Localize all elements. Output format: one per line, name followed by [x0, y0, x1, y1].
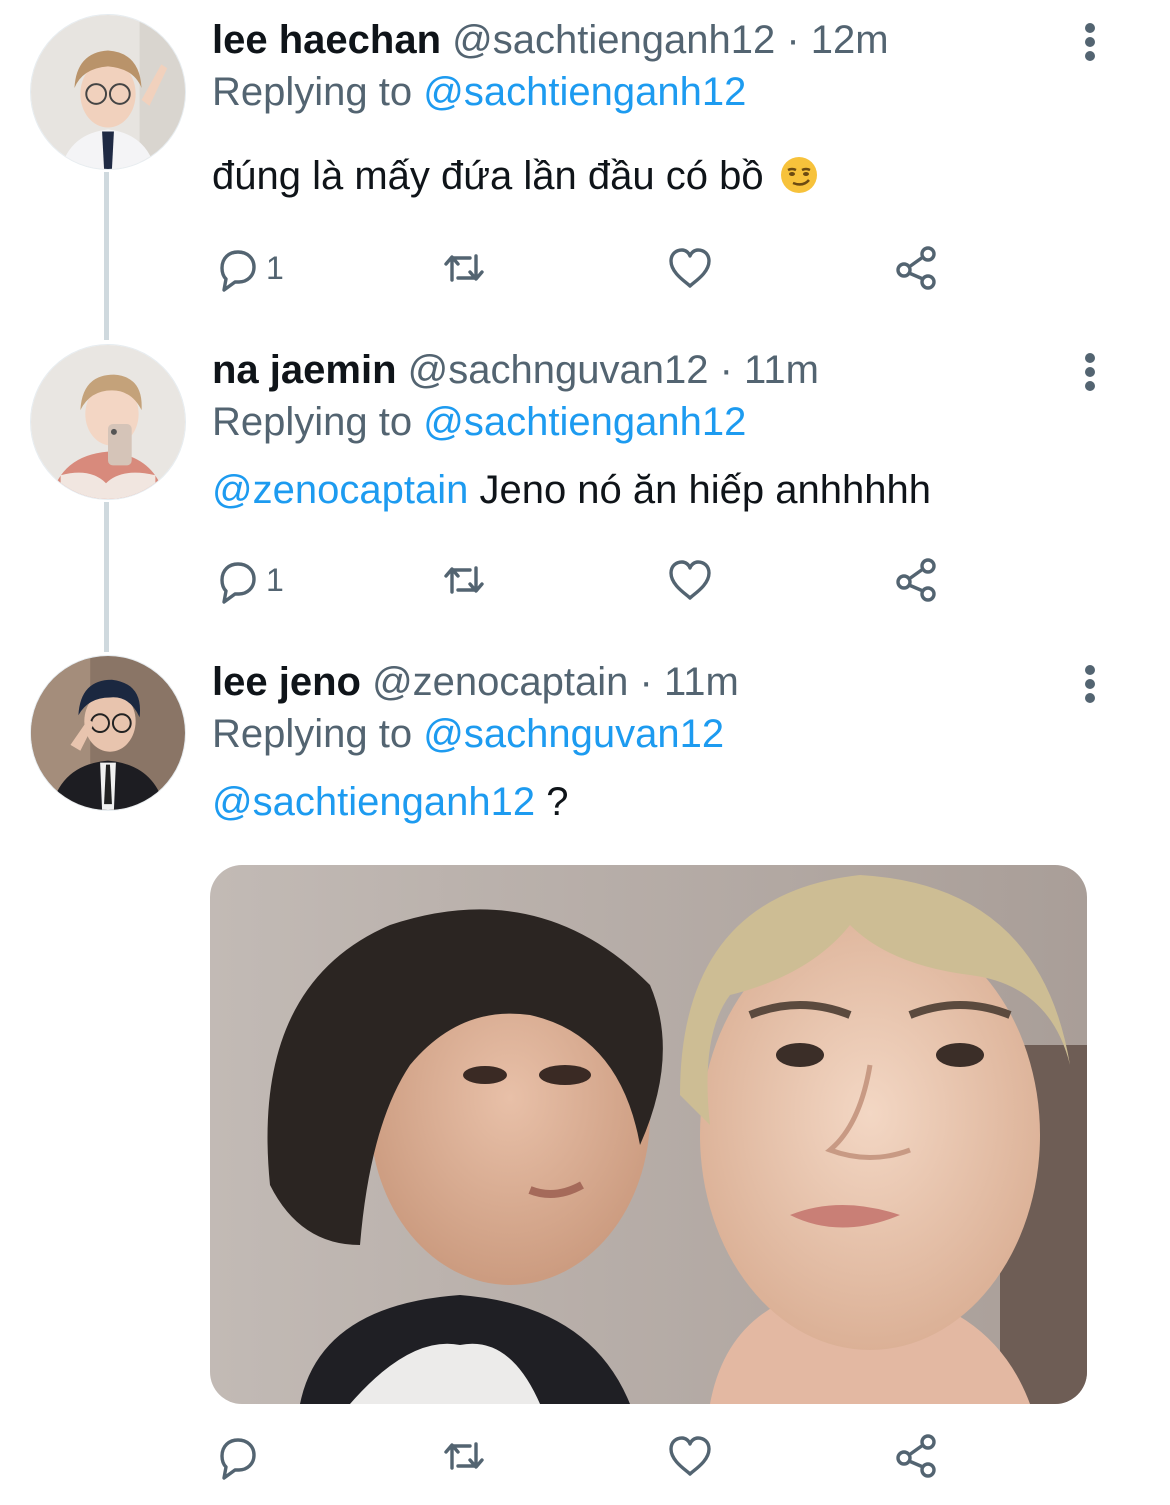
- avatar[interactable]: [30, 14, 186, 170]
- avatar[interactable]: [30, 655, 186, 811]
- more-vertical-icon[interactable]: [1070, 660, 1110, 708]
- replying-to-line: Replying to @sachtienganh12: [212, 398, 746, 446]
- replying-to-line: Replying to @sachnguvan12: [212, 710, 724, 758]
- share-button[interactable]: [892, 240, 940, 296]
- tweet-text-content: ?: [546, 780, 569, 824]
- avatar[interactable]: [30, 344, 186, 500]
- heart-icon: [669, 248, 711, 288]
- share-icon: [896, 558, 936, 602]
- tweet-text-content: Jeno nó ăn hiếp anhhhhh: [479, 468, 931, 512]
- like-button[interactable]: [666, 552, 714, 608]
- replying-to-mention[interactable]: @sachtienganh12: [423, 400, 746, 444]
- user-handle[interactable]: @sachtienganh12: [452, 18, 775, 62]
- reply-icon: [220, 250, 256, 292]
- share-button[interactable]: [892, 552, 940, 608]
- share-icon: [896, 246, 936, 290]
- reply-count: 1: [266, 561, 284, 598]
- display-name[interactable]: na jaemin: [212, 348, 397, 392]
- tweet-media-photo[interactable]: [210, 865, 1087, 1404]
- more-vertical-icon[interactable]: [1070, 18, 1110, 66]
- reply-button[interactable]: [212, 1428, 266, 1484]
- replying-to-label: Replying to: [212, 70, 413, 114]
- tweet-actions: 1: [212, 240, 972, 296]
- thread-connector-line: [104, 502, 109, 652]
- heart-icon: [669, 1436, 711, 1476]
- retweet-icon: [444, 254, 484, 282]
- retweet-icon: [444, 566, 484, 594]
- display-name[interactable]: lee jeno: [212, 660, 361, 704]
- tweet-text: @zenocaptain Jeno nó ăn hiếp anhhhhh: [212, 466, 931, 514]
- user-handle[interactable]: @sachnguvan12: [408, 348, 709, 392]
- share-icon: [896, 1434, 936, 1478]
- thread-connector-line: [104, 172, 109, 340]
- separator-dot: ·: [639, 660, 653, 704]
- tweet-actions: 1: [212, 552, 972, 608]
- separator-dot: ·: [786, 18, 800, 62]
- retweet-icon: [444, 1442, 484, 1470]
- tweet-text: @sachtienganh12 ?: [212, 778, 568, 826]
- retweet-button[interactable]: [440, 1428, 488, 1484]
- tweet-header: lee haechan @sachtienganh12 · 12m: [212, 16, 889, 64]
- tweet-header: lee jeno @zenocaptain · 11m: [212, 658, 739, 706]
- tweet-text: đúng là mấy đứa lần đầu có bồ: [212, 152, 819, 200]
- like-button[interactable]: [666, 240, 714, 296]
- reply-button[interactable]: 1: [212, 240, 284, 296]
- display-name[interactable]: lee haechan: [212, 18, 441, 62]
- replying-to-label: Replying to: [212, 712, 413, 756]
- reply-icon: [220, 1438, 256, 1480]
- replying-to-line: Replying to @sachtienganh12: [212, 68, 746, 116]
- mention-link[interactable]: @sachtienganh12: [212, 780, 535, 824]
- like-button[interactable]: [666, 1428, 714, 1484]
- mention-link[interactable]: @zenocaptain: [212, 468, 468, 512]
- timestamp[interactable]: 11m: [744, 348, 819, 392]
- user-handle[interactable]: @zenocaptain: [372, 660, 628, 704]
- smirking-face-emoji-icon: [780, 157, 817, 193]
- share-button[interactable]: [892, 1428, 940, 1484]
- retweet-button[interactable]: [440, 240, 488, 296]
- more-vertical-icon[interactable]: [1070, 348, 1110, 396]
- tweet-actions: [212, 1428, 972, 1484]
- tweet-text-content: đúng là mấy đứa lần đầu có bồ: [212, 154, 764, 198]
- heart-icon: [669, 560, 711, 600]
- replying-to-mention[interactable]: @sachtienganh12: [423, 70, 746, 114]
- replying-to-mention[interactable]: @sachnguvan12: [423, 712, 724, 756]
- reply-button[interactable]: 1: [212, 552, 284, 608]
- tweet-header: na jaemin @sachnguvan12 · 11m: [212, 346, 819, 394]
- reply-icon: [220, 562, 256, 604]
- timestamp[interactable]: 12m: [811, 18, 889, 62]
- timestamp[interactable]: 11m: [664, 660, 739, 704]
- replying-to-label: Replying to: [212, 400, 413, 444]
- retweet-button[interactable]: [440, 552, 488, 608]
- separator-dot: ·: [719, 348, 733, 392]
- reply-count: 1: [266, 249, 284, 286]
